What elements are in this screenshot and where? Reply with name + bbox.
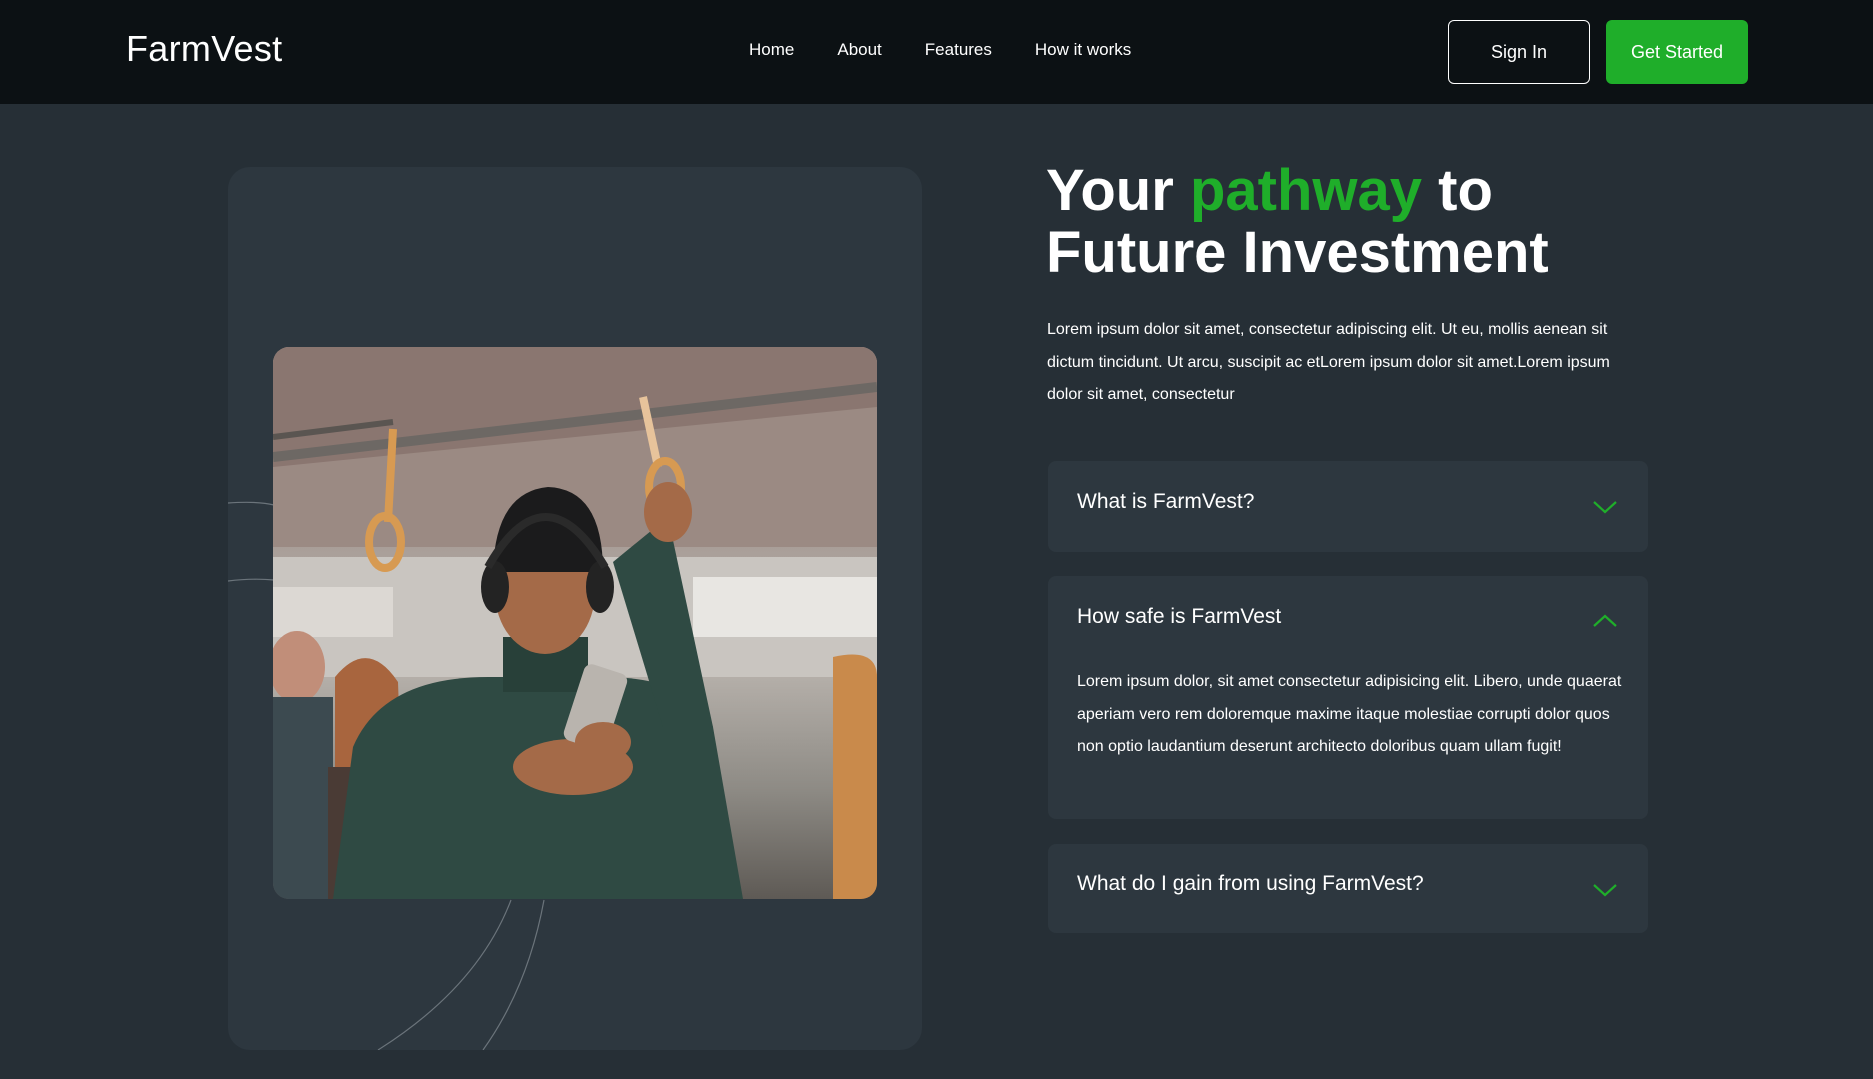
faq-item-what-is[interactable]: What is FarmVest? bbox=[1048, 461, 1648, 552]
chevron-down-icon[interactable] bbox=[1592, 499, 1618, 515]
sign-in-button[interactable]: Sign In bbox=[1448, 20, 1590, 84]
chevron-up-icon[interactable] bbox=[1592, 613, 1618, 629]
faq-question[interactable]: What is FarmVest? bbox=[1077, 490, 1254, 514]
hero-title-part2: to bbox=[1438, 158, 1493, 223]
main-nav: Home About Features How it works bbox=[749, 40, 1174, 60]
nav-link-home[interactable]: Home bbox=[749, 40, 794, 60]
nav-link-features[interactable]: Features bbox=[925, 40, 992, 60]
faq-item-what-gain[interactable]: What do I gain from using FarmVest? bbox=[1048, 844, 1648, 933]
faq-answer: Lorem ipsum dolor, sit amet consectetur … bbox=[1077, 673, 1622, 755]
faq-question[interactable]: How safe is FarmVest bbox=[1077, 605, 1281, 629]
nav-link-how-it-works[interactable]: How it works bbox=[1035, 40, 1131, 60]
nav-link-about[interactable]: About bbox=[837, 40, 881, 60]
hero-title: Your pathway to Future Investment bbox=[1046, 160, 1606, 284]
hero-title-part1: Your bbox=[1046, 158, 1174, 223]
hero-title-accent: pathway bbox=[1189, 158, 1422, 223]
chevron-down-icon[interactable] bbox=[1592, 882, 1618, 898]
brand-logo[interactable]: FarmVest bbox=[126, 28, 282, 70]
top-navbar: FarmVest Home About Features How it work… bbox=[0, 0, 1873, 104]
get-started-button[interactable]: Get Started bbox=[1606, 20, 1748, 84]
faq-question[interactable]: What do I gain from using FarmVest? bbox=[1077, 872, 1424, 896]
hero-title-line2: Future Investment bbox=[1046, 220, 1549, 285]
media-card bbox=[228, 167, 922, 1050]
faq-item-how-safe[interactable]: How safe is FarmVest Lorem ipsum dolor, … bbox=[1048, 576, 1648, 819]
hero-description: Lorem ipsum dolor sit amet, consectetur … bbox=[1047, 321, 1610, 403]
person-on-train-photo bbox=[273, 347, 877, 899]
